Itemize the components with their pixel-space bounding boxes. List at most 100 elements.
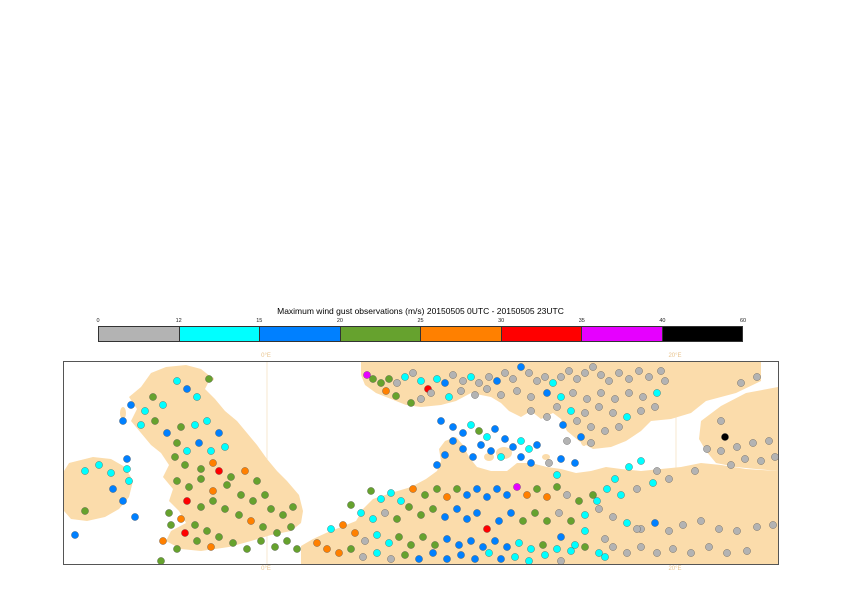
- station-marker[interactable]: [223, 481, 231, 489]
- station-marker[interactable]: [209, 497, 217, 505]
- station-marker[interactable]: [359, 553, 367, 561]
- station-marker[interactable]: [107, 469, 115, 477]
- station-marker[interactable]: [653, 467, 661, 475]
- station-marker[interactable]: [615, 369, 623, 377]
- station-marker[interactable]: [237, 491, 245, 499]
- station-marker[interactable]: [163, 429, 171, 437]
- station-marker[interactable]: [159, 537, 167, 545]
- station-marker[interactable]: [527, 407, 535, 415]
- station-marker[interactable]: [177, 515, 185, 523]
- station-marker[interactable]: [577, 433, 585, 441]
- station-marker[interactable]: [393, 515, 401, 523]
- station-marker[interactable]: [517, 437, 525, 445]
- station-marker[interactable]: [235, 511, 243, 519]
- station-marker[interactable]: [497, 391, 505, 399]
- station-marker[interactable]: [491, 537, 499, 545]
- station-marker[interactable]: [563, 437, 571, 445]
- station-marker[interactable]: [257, 537, 265, 545]
- station-marker[interactable]: [123, 455, 131, 463]
- station-marker[interactable]: [501, 369, 509, 377]
- station-marker[interactable]: [507, 509, 515, 517]
- station-marker[interactable]: [557, 373, 565, 381]
- station-marker[interactable]: [545, 459, 553, 467]
- station-marker[interactable]: [159, 401, 167, 409]
- station-marker[interactable]: [151, 417, 159, 425]
- station-marker[interactable]: [95, 461, 103, 469]
- station-marker[interactable]: [517, 453, 525, 461]
- station-marker[interactable]: [583, 395, 591, 403]
- station-marker[interactable]: [283, 537, 291, 545]
- station-marker[interactable]: [392, 392, 400, 400]
- station-marker[interactable]: [483, 433, 491, 441]
- station-marker[interactable]: [637, 543, 645, 551]
- station-marker[interactable]: [183, 497, 191, 505]
- station-marker[interactable]: [463, 491, 471, 499]
- station-marker[interactable]: [407, 399, 415, 407]
- station-marker[interactable]: [633, 485, 641, 493]
- station-marker[interactable]: [253, 477, 261, 485]
- station-marker[interactable]: [417, 395, 425, 403]
- station-marker[interactable]: [125, 477, 133, 485]
- station-marker[interactable]: [395, 533, 403, 541]
- station-marker[interactable]: [581, 511, 589, 519]
- station-marker[interactable]: [197, 503, 205, 511]
- station-marker[interactable]: [471, 555, 479, 563]
- station-marker[interactable]: [417, 377, 425, 385]
- station-marker[interactable]: [173, 477, 181, 485]
- station-marker[interactable]: [131, 513, 139, 521]
- station-marker[interactable]: [473, 509, 481, 517]
- station-marker[interactable]: [119, 497, 127, 505]
- station-marker[interactable]: [611, 395, 619, 403]
- station-marker[interactable]: [173, 439, 181, 447]
- station-marker[interactable]: [625, 463, 633, 471]
- station-marker[interactable]: [609, 513, 617, 521]
- station-marker[interactable]: [645, 373, 653, 381]
- station-marker[interactable]: [382, 387, 390, 395]
- station-marker[interactable]: [553, 471, 561, 479]
- station-marker[interactable]: [149, 393, 157, 401]
- station-marker[interactable]: [651, 403, 659, 411]
- station-marker[interactable]: [727, 461, 735, 469]
- station-marker[interactable]: [567, 547, 575, 555]
- station-marker[interactable]: [431, 541, 439, 549]
- station-marker[interactable]: [443, 535, 451, 543]
- station-marker[interactable]: [385, 539, 393, 547]
- station-marker[interactable]: [249, 497, 257, 505]
- station-marker[interactable]: [467, 537, 475, 545]
- station-marker[interactable]: [733, 527, 741, 535]
- station-marker[interactable]: [209, 459, 217, 467]
- station-marker[interactable]: [587, 439, 595, 447]
- station-marker[interactable]: [669, 545, 677, 553]
- station-marker[interactable]: [557, 455, 565, 463]
- station-marker[interactable]: [493, 377, 501, 385]
- station-marker[interactable]: [555, 509, 563, 517]
- station-marker[interactable]: [221, 505, 229, 513]
- station-marker[interactable]: [433, 461, 441, 469]
- station-marker[interactable]: [595, 549, 603, 557]
- station-marker[interactable]: [171, 453, 179, 461]
- station-marker[interactable]: [453, 485, 461, 493]
- station-marker[interactable]: [471, 391, 479, 399]
- station-marker[interactable]: [241, 467, 249, 475]
- station-marker[interactable]: [703, 445, 711, 453]
- station-marker[interactable]: [497, 453, 505, 461]
- station-marker[interactable]: [267, 505, 275, 513]
- station-marker[interactable]: [385, 375, 393, 383]
- station-marker[interactable]: [407, 541, 415, 549]
- station-marker[interactable]: [387, 489, 395, 497]
- station-marker[interactable]: [183, 385, 191, 393]
- station-marker[interactable]: [581, 543, 589, 551]
- station-marker[interactable]: [657, 367, 665, 375]
- station-marker[interactable]: [327, 525, 335, 533]
- station-marker[interactable]: [409, 369, 417, 377]
- station-marker[interactable]: [601, 553, 609, 561]
- station-marker[interactable]: [589, 491, 597, 499]
- station-marker[interactable]: [203, 527, 211, 535]
- station-marker[interactable]: [109, 485, 117, 493]
- station-marker[interactable]: [209, 487, 217, 495]
- station-marker[interactable]: [539, 541, 547, 549]
- station-marker[interactable]: [459, 377, 467, 385]
- station-marker[interactable]: [459, 445, 467, 453]
- station-marker[interactable]: [625, 389, 633, 397]
- station-marker[interactable]: [401, 373, 409, 381]
